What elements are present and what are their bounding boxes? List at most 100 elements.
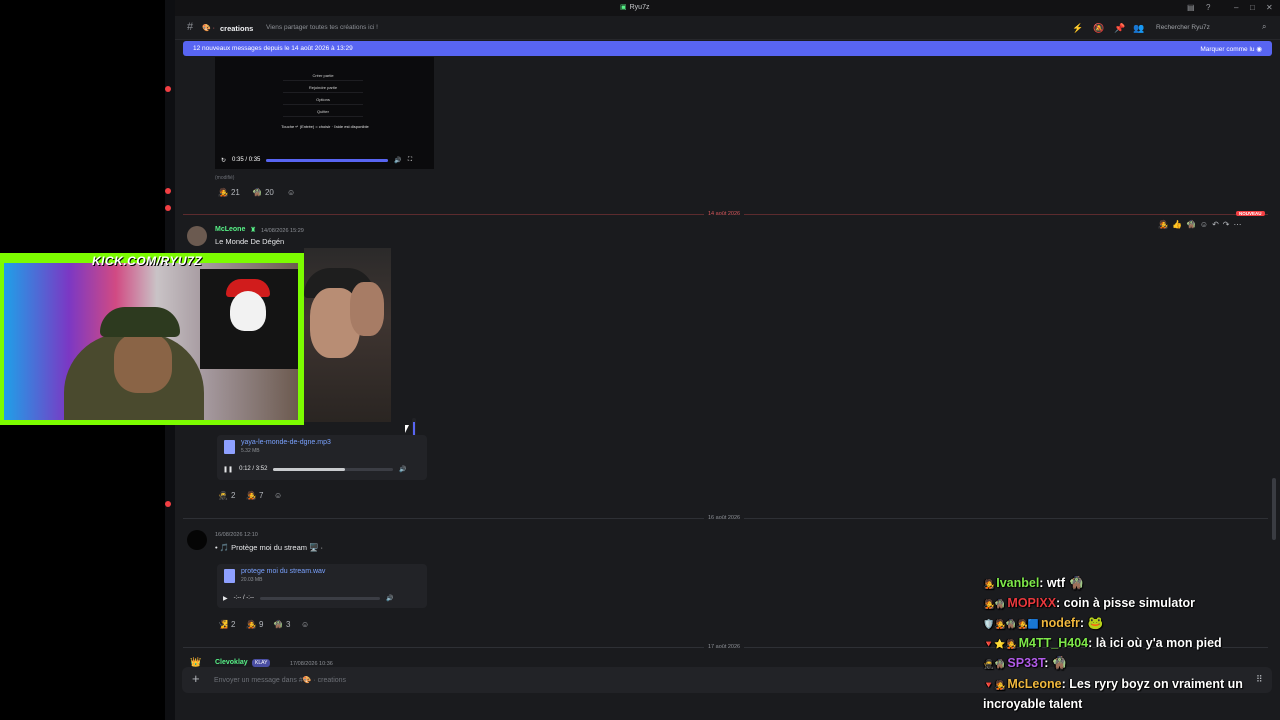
stream-chat-line: incroyable talent [983,697,1082,711]
mark-read-button[interactable]: Marquer comme lu ◉ [1200,45,1262,53]
add-attachment-icon[interactable]: + [192,671,200,686]
audio-seek-bar[interactable] [273,467,394,471]
username[interactable]: Clevoklay [215,659,248,666]
mark-read-icon: ◉ [1256,45,1262,53]
add-reaction-button[interactable]: ☺ [298,618,312,631]
stream-chat-line: 🧑‍🎤🧌 MOPIXX: coin à pisse simulator [983,596,1195,610]
app-icon: ▣ [620,4,627,11]
reaction-count: 2 [230,620,236,629]
reaction-emoji: 🥷 [218,491,228,500]
pirate-flag [200,269,298,369]
scrollbar[interactable] [1272,478,1276,540]
video-menu-item: Options [283,95,363,105]
webcam-feed [4,263,298,420]
add-reaction-button[interactable]: ☺ [284,186,298,199]
more-icon[interactable]: ⋯ [1233,220,1241,229]
reaction-count: 20 [264,188,274,197]
chat-message: : là ici où y'a mon pied [1088,636,1222,650]
reaction-emoji: 🧑‍🎤 [218,188,228,197]
video-time: 0:35 / 0:35 [232,157,261,163]
reaction-count: 9 [258,620,264,629]
pause-icon[interactable]: ❚❚ [223,466,233,473]
video-menu-item: Créer partie [283,71,363,81]
chat-username: McLeone [1007,677,1062,691]
window-title: ▣ Ryu7z [620,3,650,12]
minimize-icon[interactable]: – [1234,3,1238,12]
pin-icon[interactable]: 📌 [1114,23,1125,34]
video-seek-bar[interactable] [266,158,389,162]
volume-icon[interactable]: 🔊 [394,157,401,164]
new-messages-bar[interactable]: 12 nouveaux messages depuis le 14 août 2… [183,41,1272,56]
threads-icon[interactable]: ⚡ [1072,23,1083,34]
unread-dot [165,501,171,507]
title-bar [175,0,1280,16]
members-icon[interactable]: 👥 [1133,23,1144,34]
hand-shape [350,282,384,336]
maximize-icon[interactable]: □ [1250,3,1255,12]
clan-tag: KLAY [252,659,271,667]
fullscreen-icon[interactable]: ⛶ [408,157,412,164]
streamer-face [114,333,172,393]
chat-username: Ivanbel [996,576,1040,590]
message-text: • 🎵 Protège moi du stream 🖥️ · [215,543,324,552]
timestamp: 16/08/2026 12:10 [215,532,258,538]
replay-icon[interactable]: ↻ [221,157,226,164]
reaction[interactable]: 🧑‍🎤 21 [215,186,243,199]
message-text: Le Monde De Dégén [215,237,285,246]
reaction[interactable]: 🧌 20 [249,186,277,199]
play-icon[interactable]: ▶ [223,595,228,602]
stream-chat-line: 🔻⭐🧑‍🎤 M4TT_H404: là ici où y'a mon pied [983,636,1222,650]
search-input[interactable]: Rechercher Ryu7z [1152,21,1274,35]
chat-badges: 🛡️🧑‍🎤🧌🧑‍🎤🟦 [983,619,1040,629]
date-divider-label: 16 août 2026 [704,515,745,521]
image-attachment[interactable] [304,248,391,422]
reaction-shortcut-icon[interactable]: 🧑‍🎤 [1158,220,1168,229]
reaction-emoji: 🧑‍🎤 [246,620,256,629]
stream-chat-line: 🥷🧌 SP33T: 🧌 [983,656,1067,671]
reaction[interactable]: 🧑‍🎤 7 [243,489,266,502]
notification-bell-icon[interactable]: 🔕 [1093,23,1104,34]
apps-icon[interactable]: ⠿ [1256,674,1263,685]
reaction[interactable]: 🧌 3 [270,618,293,631]
video-controls: ↻ 0:35 / 0:35 🔊 ⛶ [215,152,434,168]
message-input[interactable]: Envoyer un message dans #🎨 · creations [214,676,346,684]
message-hover-toolbar: 🧑‍🎤 👍 🧌 ☺ ↶ ↷ ⋯ [1158,216,1266,232]
username[interactable]: McLeone [215,226,245,233]
date-divider-label: 14 août 2026 [704,211,745,217]
chat-username: SP33T [1007,656,1045,670]
avatar[interactable] [187,226,207,246]
chat-badges: 🧑‍🎤🧌 [983,599,1006,609]
video-player[interactable]: Créer partie Rejoindre partie Options Qu… [215,57,434,169]
add-reaction-icon[interactable]: ☺ [1200,220,1208,229]
reaction-shortcut-icon[interactable]: 🧌 [1186,220,1196,229]
unread-dot [165,188,171,194]
channel-name: creations [220,24,254,33]
avatar[interactable] [187,530,207,550]
reaction[interactable]: 🧏 2 [215,618,238,631]
reaction[interactable]: 🥷 2 [215,489,238,502]
audio-progress [273,467,346,471]
volume-icon[interactable]: 🔊 [386,595,393,602]
file-name[interactable]: yaya-le-monde-de-dgne.mp3 [241,439,331,446]
audio-seek-bar[interactable] [259,596,380,600]
reaction-count: 21 [230,188,240,197]
chat-username: MOPIXX [1007,596,1057,610]
reaction[interactable]: 🧑‍🎤 9 [243,618,266,631]
close-icon[interactable]: ✕ [1266,3,1273,12]
channel-topic: Viens partager toutes tes créations ici … [266,24,378,31]
chat-message: : Les ryry boyz on vraiment un [1061,677,1243,691]
help-icon[interactable]: ? [1206,3,1210,12]
chat-username: nodefr [1041,616,1080,630]
thumbs-up-icon[interactable]: 👍 [1172,220,1182,229]
audio-controls: ▶ -:-- / -:-- 🔊 [223,592,423,604]
mouse-cursor [405,425,409,433]
hash-icon: # [187,21,194,33]
volume-icon[interactable]: 🔊 [399,466,406,473]
file-name[interactable]: protege moi du stream.wav [241,568,325,575]
stream-chat-line: 🔻🧑‍🎤 McLeone: Les ryry boyz on vraiment u… [983,677,1243,691]
add-reaction-button[interactable]: ☺ [271,489,285,502]
inbox-icon[interactable]: ▤ [1187,3,1195,12]
reaction-count: 2 [230,491,236,500]
reply-icon[interactable]: ↶ [1212,220,1219,229]
forward-icon[interactable]: ↷ [1223,220,1230,229]
